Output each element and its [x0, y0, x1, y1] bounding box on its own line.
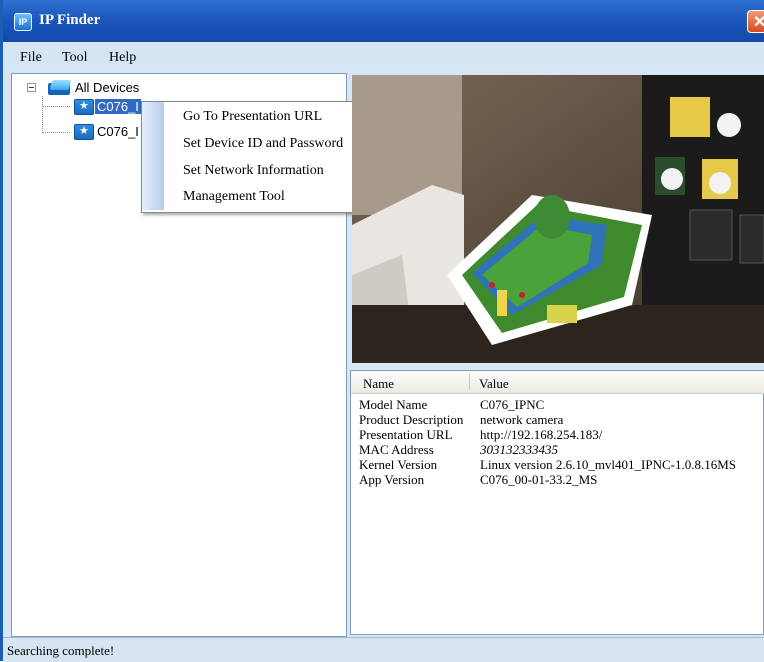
camera-preview-scene: [352, 75, 764, 363]
device-properties-list[interactable]: Name Value Model Name C076_IPNC Product …: [350, 370, 764, 635]
properties-header: Name Value: [351, 371, 764, 394]
prop-value-mac: 303132333435: [480, 442, 558, 457]
tree-connector: [42, 106, 70, 107]
menu-item-management-tool[interactable]: Management Tool: [183, 189, 285, 205]
prop-name-kernel: Kernel Version: [359, 457, 438, 472]
column-header-value[interactable]: Value: [479, 376, 509, 392]
context-menu-icon-strip: [142, 102, 164, 210]
collapse-toggle[interactable]: [27, 83, 36, 92]
menu-item-set-device-id-password[interactable]: Set Device ID and Password: [183, 136, 343, 152]
prop-value-model: C076_IPNC: [480, 397, 545, 412]
tree-connector: [42, 96, 43, 133]
camera-preview-image: [352, 75, 764, 363]
window-title: IP Finder: [39, 12, 101, 28]
menu-item-set-network-information[interactable]: Set Network Information: [183, 163, 324, 179]
close-button[interactable]: ✕: [747, 10, 764, 33]
ip-finder-app-icon: IP: [14, 13, 32, 31]
menu-bar: File Tool Help: [6, 42, 764, 70]
title-bar[interactable]: IP IP Finder: [3, 0, 764, 42]
prop-name-mac: MAC Address: [359, 442, 434, 457]
prop-name-description: Product Description: [359, 412, 464, 427]
tree-device-item[interactable]: C076_I: [95, 99, 141, 114]
tree-root-all-devices[interactable]: All Devices: [75, 80, 139, 95]
folder-icon: [48, 80, 72, 96]
prop-name-model: Model Name: [359, 397, 428, 412]
camera-device-icon: ★: [74, 124, 94, 140]
prop-value-description: network camera: [480, 412, 564, 427]
status-text: Searching complete!: [7, 643, 115, 658]
prop-value-url: http://192.168.254.183/: [480, 427, 603, 442]
prop-name-app: App Version: [359, 472, 425, 487]
context-menu: Go To Presentation URL Set Device ID and…: [141, 101, 353, 213]
tree-connector: [42, 132, 70, 133]
column-divider[interactable]: [469, 374, 470, 390]
menu-tool[interactable]: Tool: [62, 50, 87, 66]
prop-value-kernel: Linux version 2.6.10_mvl401_IPNC-1.0.8.1…: [480, 457, 737, 472]
close-icon: ✕: [753, 14, 764, 31]
column-header-name[interactable]: Name: [363, 376, 394, 392]
status-bar: Searching complete!: [3, 637, 764, 662]
prop-name-url: Presentation URL: [359, 427, 453, 442]
menu-item-go-to-presentation-url[interactable]: Go To Presentation URL: [183, 109, 322, 125]
tree-device-item[interactable]: C076_I: [97, 124, 139, 139]
menu-help[interactable]: Help: [109, 50, 136, 66]
menu-file[interactable]: File: [20, 50, 42, 66]
camera-device-icon: ★: [74, 99, 94, 115]
prop-value-app: C076_00-01-33.2_MS: [480, 472, 598, 487]
